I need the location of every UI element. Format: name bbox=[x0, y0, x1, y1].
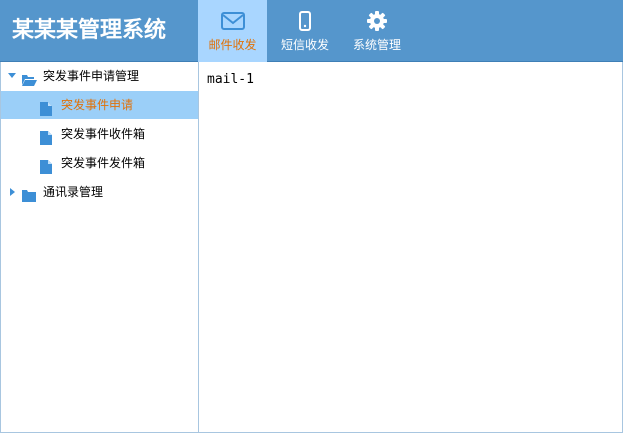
tab-sms-label: 短信收发 bbox=[280, 38, 329, 52]
sidebar-tree: 突发事件申请管理 突发事件申请 突发事件收件箱 突发事件发件箱 通讯录管理 bbox=[0, 62, 199, 433]
tree-node-emergency-management[interactable]: 突发事件申请管理 bbox=[1, 62, 198, 90]
tree-node-contacts-management[interactable]: 通讯录管理 bbox=[1, 178, 198, 206]
app-title: 某某某管理系统 bbox=[12, 17, 167, 43]
tree-node-label: 通讯录管理 bbox=[43, 185, 104, 199]
mobile-phone-icon bbox=[298, 10, 312, 36]
folder-icon bbox=[21, 185, 37, 213]
tab-system[interactable]: 系统管理 bbox=[343, 0, 411, 62]
tab-system-label: 系统管理 bbox=[352, 38, 401, 52]
caret-right-icon[interactable] bbox=[7, 178, 17, 216]
gear-icon bbox=[366, 10, 388, 36]
tree-node-emergency-outbox[interactable]: 突发事件发件箱 bbox=[1, 149, 198, 177]
tree-node-label: 突发事件申请管理 bbox=[43, 69, 140, 83]
tree-node-label: 突发事件发件箱 bbox=[61, 156, 146, 170]
tree-node-emergency-apply[interactable]: 突发事件申请 bbox=[1, 91, 198, 119]
tree-node-emergency-inbox[interactable]: 突发事件收件箱 bbox=[1, 120, 198, 148]
app-header: 某某某管理系统 邮件收发 短信收发 系统管理 bbox=[0, 0, 623, 62]
tab-mail[interactable]: 邮件收发 bbox=[198, 0, 267, 62]
tree-node-label: 突发事件申请 bbox=[61, 98, 134, 112]
main-content-panel: mail-1 bbox=[199, 62, 623, 433]
tree-node-label: 突发事件收件箱 bbox=[61, 127, 146, 141]
tab-sms[interactable]: 短信收发 bbox=[271, 0, 339, 62]
content-text: mail-1 bbox=[207, 72, 254, 87]
envelope-icon bbox=[220, 10, 246, 36]
tab-mail-label: 邮件收发 bbox=[208, 38, 257, 52]
